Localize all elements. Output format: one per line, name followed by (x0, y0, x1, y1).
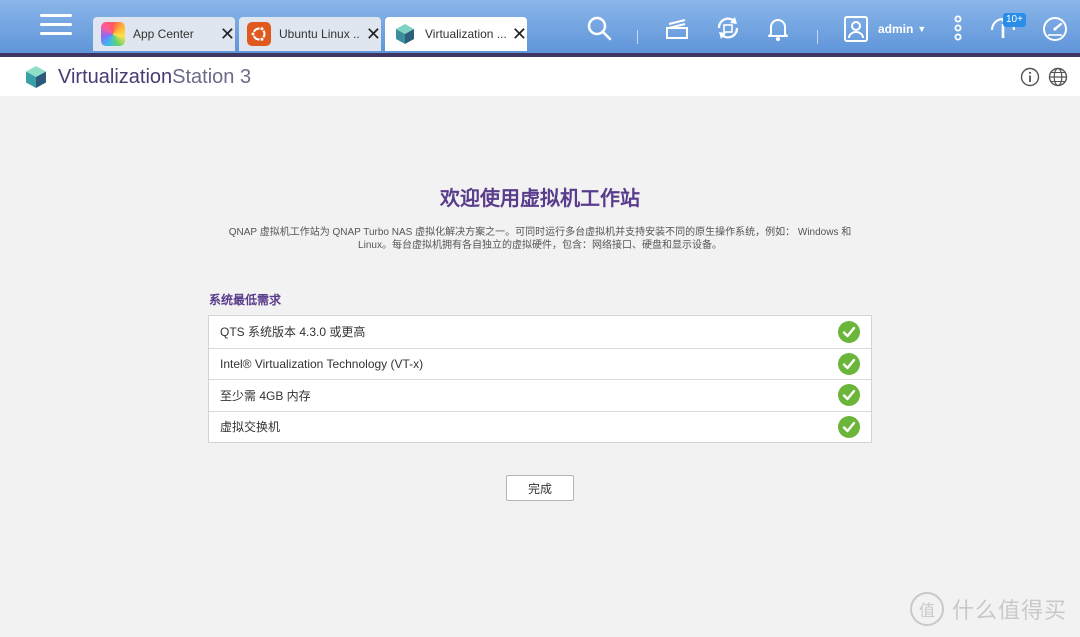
user-icon (844, 16, 868, 42)
username: admin (878, 22, 914, 36)
app-title-suffix: Station 3 (172, 66, 252, 88)
done-button[interactable]: 完成 (506, 475, 574, 501)
tab-app-center[interactable]: App Center ✕ (93, 17, 235, 51)
requirement-row: 虚拟交换机 (209, 410, 871, 443)
tab-label: Ubuntu Linux ... (279, 27, 360, 41)
watermark-logo: 值 (910, 592, 944, 626)
close-icon[interactable]: ✕ (220, 25, 235, 43)
more-vertical-icon[interactable] (944, 14, 972, 42)
ubuntu-icon (247, 22, 271, 46)
requirement-row: 至少需 4GB 内存 (209, 379, 871, 411)
check-icon (838, 320, 860, 343)
requirement-label: 虚拟交换机 (220, 420, 281, 435)
virtualization-station-icon (393, 22, 417, 46)
requirement-label: QTS 系统版本 4.3.0 或更高 (220, 325, 366, 340)
description-line: QNAP 虚拟机工作站为 QNAP Turbo NAS 虚拟化解决方案之一。可同… (228, 227, 852, 238)
description: QNAP 虚拟机工作站为 QNAP Turbo NAS 虚拟化解决方案之一。可同… (215, 226, 865, 252)
separator (637, 30, 638, 44)
app-center-icon (101, 22, 125, 46)
app-title-main: Virtualization (58, 66, 173, 88)
requirement-row: Intel® Virtualization Technology (VT-x) (209, 347, 871, 380)
notification-badge: 10+ (1003, 13, 1026, 27)
check-icon (838, 384, 860, 407)
watermark-text: 什么值得买 (952, 598, 1068, 623)
dashboard-gauge-icon[interactable] (1041, 14, 1069, 42)
requirements-table: QTS 系统版本 4.3.0 或更高 Intel® Virtualization… (208, 315, 872, 443)
app-title: VirtualizationStation 3 (58, 66, 251, 89)
close-icon[interactable]: ✕ (512, 25, 527, 43)
description-line: Linux。每台虚拟机拥有各自独立的虚拟硬件，包含：网络接口、硬盘和显示设备。 (358, 240, 722, 251)
watermark: 值 什么值得买 (910, 592, 1067, 626)
requirement-row: QTS 系统版本 4.3.0 或更高 (209, 316, 871, 348)
tab-label: App Center (133, 27, 194, 41)
tab-ubuntu-linux[interactable]: Ubuntu Linux ... ✕ (239, 17, 381, 51)
chevron-down-icon: ▼ (917, 24, 927, 34)
check-icon (838, 352, 860, 375)
virtualization-station-logo (26, 66, 46, 88)
user-menu[interactable]: admin ▼ (844, 16, 926, 42)
menu-icon[interactable] (40, 14, 72, 40)
bell-icon[interactable] (764, 14, 792, 42)
check-icon (838, 415, 860, 438)
search-icon[interactable] (585, 14, 613, 42)
stacked-cards-icon[interactable] (663, 14, 691, 42)
requirement-label: 至少需 4GB 内存 (220, 388, 311, 403)
close-icon[interactable]: ✕ (366, 25, 381, 43)
taskbar: App Center ✕ Ubuntu Linux ... ✕ Virtuali… (0, 0, 1080, 53)
sync-icon[interactable] (714, 14, 742, 42)
welcome-title: 欢迎使用虚拟机工作站 (440, 188, 640, 210)
tab-label: Virtualization ... (425, 27, 506, 41)
requirement-label: Intel® Virtualization Technology (VT-x) (220, 356, 424, 371)
separator (817, 30, 818, 44)
globe-icon[interactable] (1048, 67, 1068, 87)
info-icon[interactable] (1020, 67, 1040, 87)
tab-virtualization[interactable]: Virtualization ... ✕ (385, 17, 527, 51)
requirements-title: 系统最低需求 (209, 293, 282, 307)
